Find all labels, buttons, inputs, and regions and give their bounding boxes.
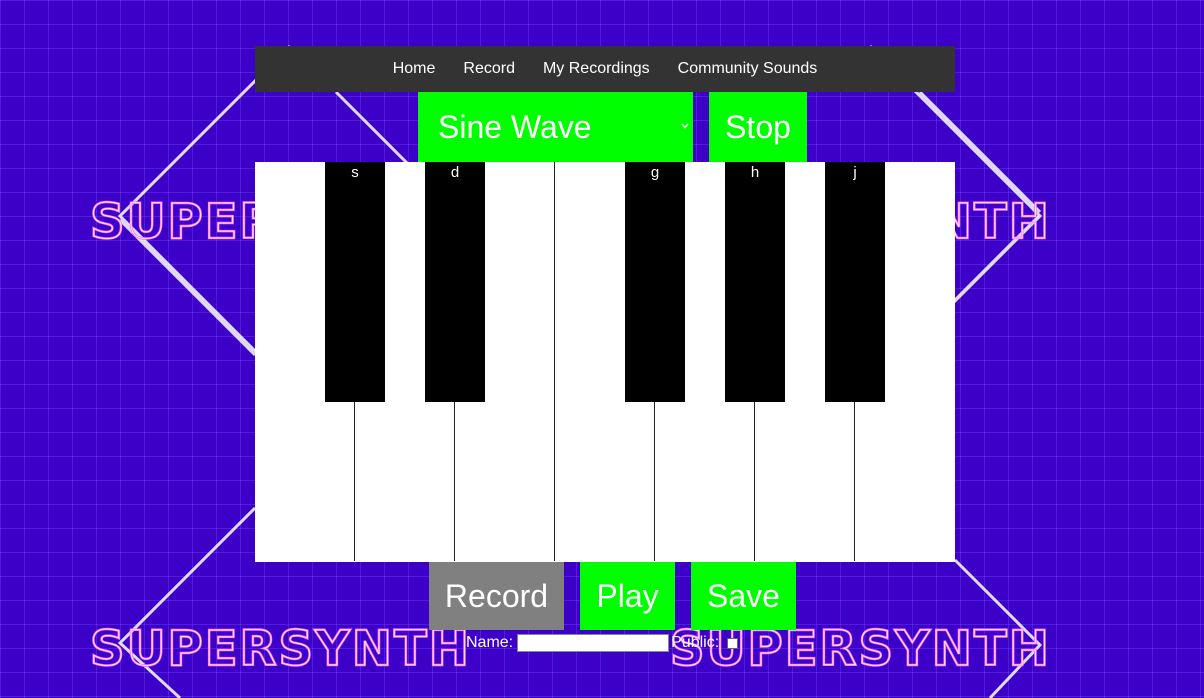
nav-home[interactable]: Home — [393, 60, 436, 78]
black-key-s[interactable]: s — [325, 162, 385, 402]
play-button[interactable]: Play — [580, 562, 675, 630]
save-form: Name: Public: — [466, 632, 739, 654]
black-key-d[interactable]: d — [425, 162, 485, 402]
record-button[interactable]: Record — [429, 562, 564, 630]
logo-text-inner: SUPERSYNTH — [90, 621, 471, 677]
chevron-down-icon — [681, 123, 689, 129]
black-key-h[interactable]: h — [725, 162, 785, 402]
name-label: Name: — [466, 634, 514, 651]
piano-keyboard: s d g h j — [255, 162, 955, 562]
nav-community-sounds[interactable]: Community Sounds — [678, 60, 818, 78]
stop-button[interactable]: Stop — [709, 92, 807, 162]
wave-select-value: Sine Wave — [438, 108, 592, 145]
public-label: Public: — [671, 634, 720, 651]
top-nav: Home Record My Recordings Community Soun… — [255, 46, 955, 92]
name-input[interactable] — [517, 634, 670, 652]
public-checkbox[interactable] — [727, 637, 739, 649]
wave-type-select[interactable]: Sine Wave — [418, 92, 693, 162]
black-key-j[interactable]: j — [825, 162, 885, 402]
black-key-g[interactable]: g — [625, 162, 685, 402]
save-button[interactable]: Save — [691, 562, 796, 630]
nav-record[interactable]: Record — [463, 60, 515, 78]
nav-my-recordings[interactable]: My Recordings — [543, 60, 650, 78]
